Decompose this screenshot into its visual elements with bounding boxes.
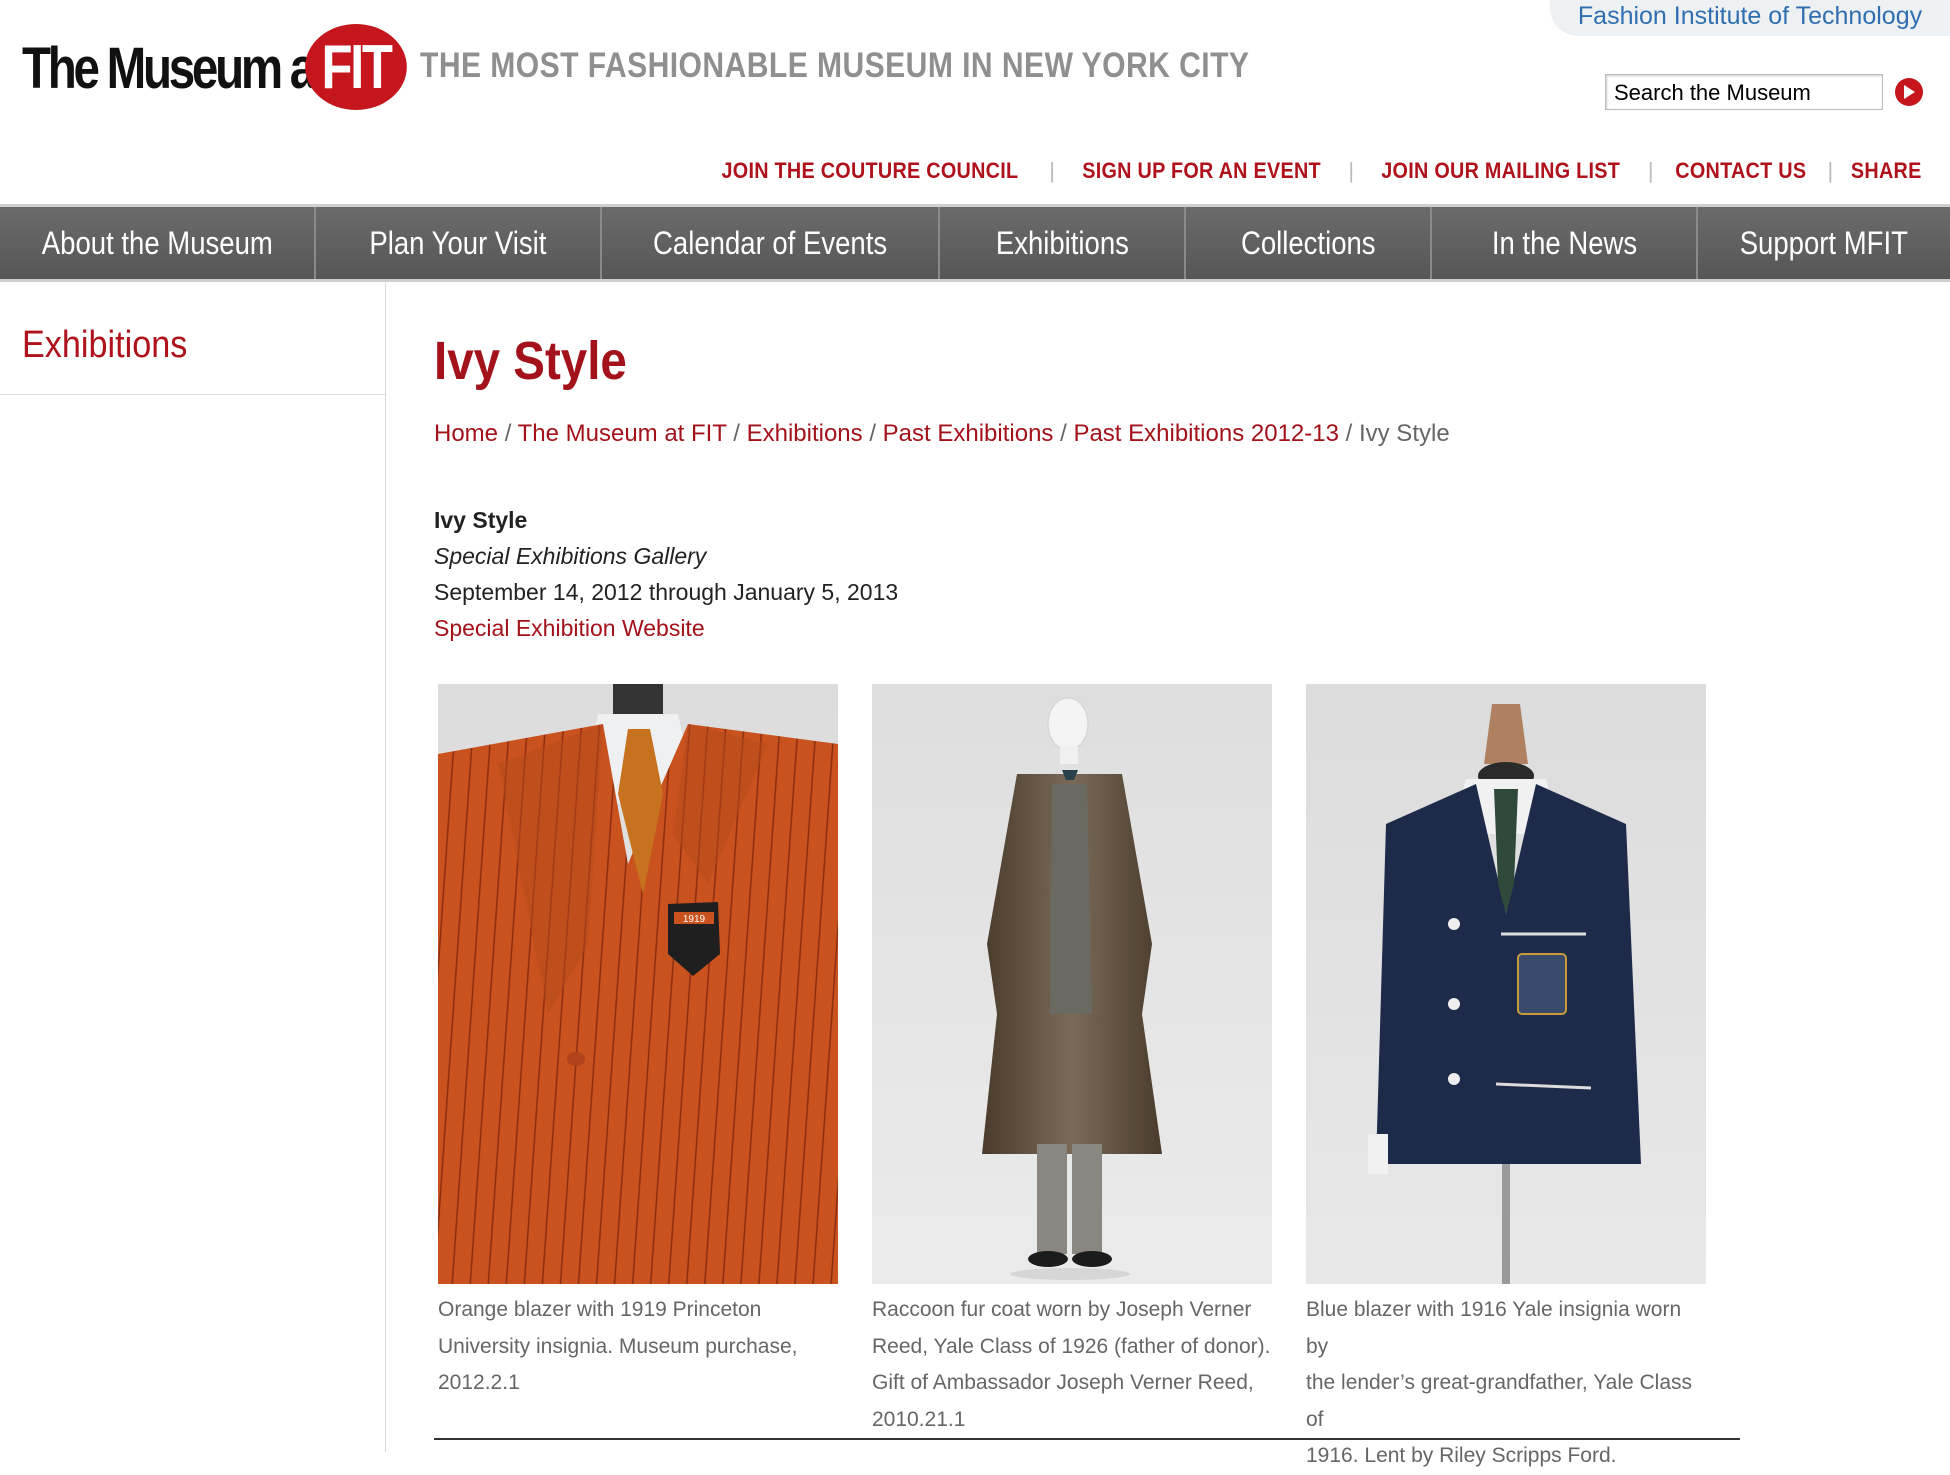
- breadcrumb-separator: /: [498, 420, 518, 447]
- breadcrumb-home[interactable]: Home: [434, 420, 498, 447]
- breadcrumb: Home / The Museum at FIT / Exhibitions /…: [434, 420, 1450, 448]
- content-divider: [434, 1438, 1740, 1440]
- breadcrumb-past-exhibitions[interactable]: Past Exhibitions: [883, 420, 1054, 447]
- nav-label: Collections: [1240, 224, 1376, 261]
- breadcrumb-past-exhibitions-2012-13[interactable]: Past Exhibitions 2012-13: [1073, 420, 1339, 447]
- sidebar-title[interactable]: Exhibitions: [22, 324, 187, 367]
- orange-blazer-image[interactable]: 1919: [438, 684, 838, 1284]
- exhibition-gallery: Special Exhibitions Gallery: [434, 543, 707, 569]
- caption-line: Raccoon fur coat worn by Joseph Verner: [872, 1298, 1252, 1321]
- breadcrumb-exhibitions[interactable]: Exhibitions: [747, 420, 863, 447]
- sidebar-divider: [0, 394, 386, 395]
- caption-line: Orange blazer with 1919 Princeton: [438, 1298, 762, 1321]
- search-input[interactable]: Search the Museum: [1605, 74, 1883, 110]
- main-navigation: About the Museum Plan Your Visit Calenda…: [0, 204, 1950, 282]
- nav-item-about[interactable]: About the Museum: [0, 207, 316, 279]
- blue-blazer-illustration: [1306, 684, 1706, 1284]
- breadcrumb-current: Ivy Style: [1358, 420, 1450, 447]
- search-submit-button[interactable]: [1895, 78, 1923, 106]
- utility-link-contact-us[interactable]: CONTACT US: [1675, 158, 1806, 184]
- orange-blazer-illustration: 1919: [438, 684, 838, 1284]
- raccoon-fur-coat-image[interactable]: [872, 684, 1272, 1284]
- special-exhibition-website-link[interactable]: Special Exhibition Website: [434, 610, 898, 646]
- image-caption: Blue blazer with 1916 Yale insignia worn…: [1306, 1292, 1706, 1475]
- parent-institution-tab[interactable]: Fashion Institute of Technology: [1550, 0, 1950, 36]
- nav-item-exhibitions[interactable]: Exhibitions: [940, 207, 1186, 279]
- caption-line: Blue blazer with 1916 Yale insignia worn…: [1306, 1298, 1682, 1358]
- image-caption: Raccoon fur coat worn by Joseph Verner R…: [872, 1292, 1272, 1438]
- breadcrumb-separator: /: [862, 420, 883, 447]
- blue-blazer-image[interactable]: [1306, 684, 1706, 1284]
- nav-item-plan-visit[interactable]: Plan Your Visit: [316, 207, 602, 279]
- crest-year: 1919: [683, 914, 706, 925]
- sidebar: Exhibitions: [0, 282, 386, 1452]
- breadcrumb-separator: /: [1338, 420, 1359, 447]
- utility-link-mailing-list[interactable]: JOIN OUR MAILING LIST: [1382, 158, 1621, 184]
- utility-links: JOIN THE COUTURE COUNCIL | SIGN UP FOR A…: [705, 158, 1926, 184]
- page-title: Ivy Style: [434, 331, 627, 391]
- site-tagline: THE MOST FASHIONABLE MUSEUM IN NEW YORK …: [420, 46, 1250, 85]
- caption-line: University insignia. Museum purchase,: [438, 1334, 798, 1358]
- nav-item-in-the-news[interactable]: In the News: [1432, 207, 1698, 279]
- nav-label: Calendar of Events: [652, 224, 888, 261]
- utility-divider: |: [1348, 158, 1355, 183]
- caption-line: Reed, Yale Class of 1926 (father of dono…: [872, 1334, 1271, 1358]
- nav-item-calendar[interactable]: Calendar of Events: [602, 207, 940, 279]
- nav-label: Plan Your Visit: [369, 224, 547, 261]
- exhibition-info: Ivy Style Special Exhibitions Gallery Se…: [434, 502, 898, 646]
- caption-line: Gift of Ambassador Joseph Verner Reed,: [872, 1371, 1254, 1394]
- image-caption: Orange blazer with 1919 Princeton Univer…: [438, 1292, 838, 1402]
- nav-label: Exhibitions: [995, 224, 1129, 261]
- nav-item-collections[interactable]: Collections: [1186, 207, 1432, 279]
- utility-divider: |: [1647, 158, 1654, 183]
- nav-item-support[interactable]: Support MFIT: [1698, 207, 1950, 279]
- nav-label: About the Museum: [41, 224, 273, 261]
- nav-label: Support MFIT: [1739, 224, 1909, 261]
- breadcrumb-separator: /: [1053, 420, 1074, 447]
- parent-institution-link[interactable]: Fashion Institute of Technology: [1578, 0, 1922, 31]
- utility-divider: |: [1827, 158, 1834, 183]
- caption-line: 2010.21.1: [872, 1407, 966, 1431]
- exhibition-dates: September 14, 2012 through January 5, 20…: [434, 579, 899, 605]
- caption-line: 2012.2.1: [438, 1371, 520, 1394]
- breadcrumb-museum[interactable]: The Museum at FIT: [518, 420, 727, 447]
- museum-logo[interactable]: The Museum at FIT: [22, 24, 407, 112]
- utility-divider: |: [1049, 158, 1056, 183]
- utility-link-sign-up-event[interactable]: SIGN UP FOR AN EVENT: [1083, 158, 1322, 184]
- raccoon-fur-coat-illustration: [872, 684, 1272, 1284]
- logo-wordmark: The Museum at: [22, 35, 329, 101]
- arrow-right-icon: [1904, 85, 1915, 99]
- caption-line: the lender’s great-grandfather, Yale Cla…: [1306, 1371, 1693, 1431]
- utility-link-couture-council[interactable]: JOIN THE COUTURE COUNCIL: [722, 158, 1019, 184]
- nav-label: In the News: [1491, 224, 1637, 261]
- utility-link-share[interactable]: SHARE: [1851, 158, 1922, 184]
- breadcrumb-separator: /: [726, 420, 747, 447]
- exhibition-name: Ivy Style: [434, 507, 528, 533]
- caption-line: 1916. Lent by Riley Scripps Ford.: [1306, 1444, 1617, 1467]
- logo-badge: FIT: [305, 24, 407, 110]
